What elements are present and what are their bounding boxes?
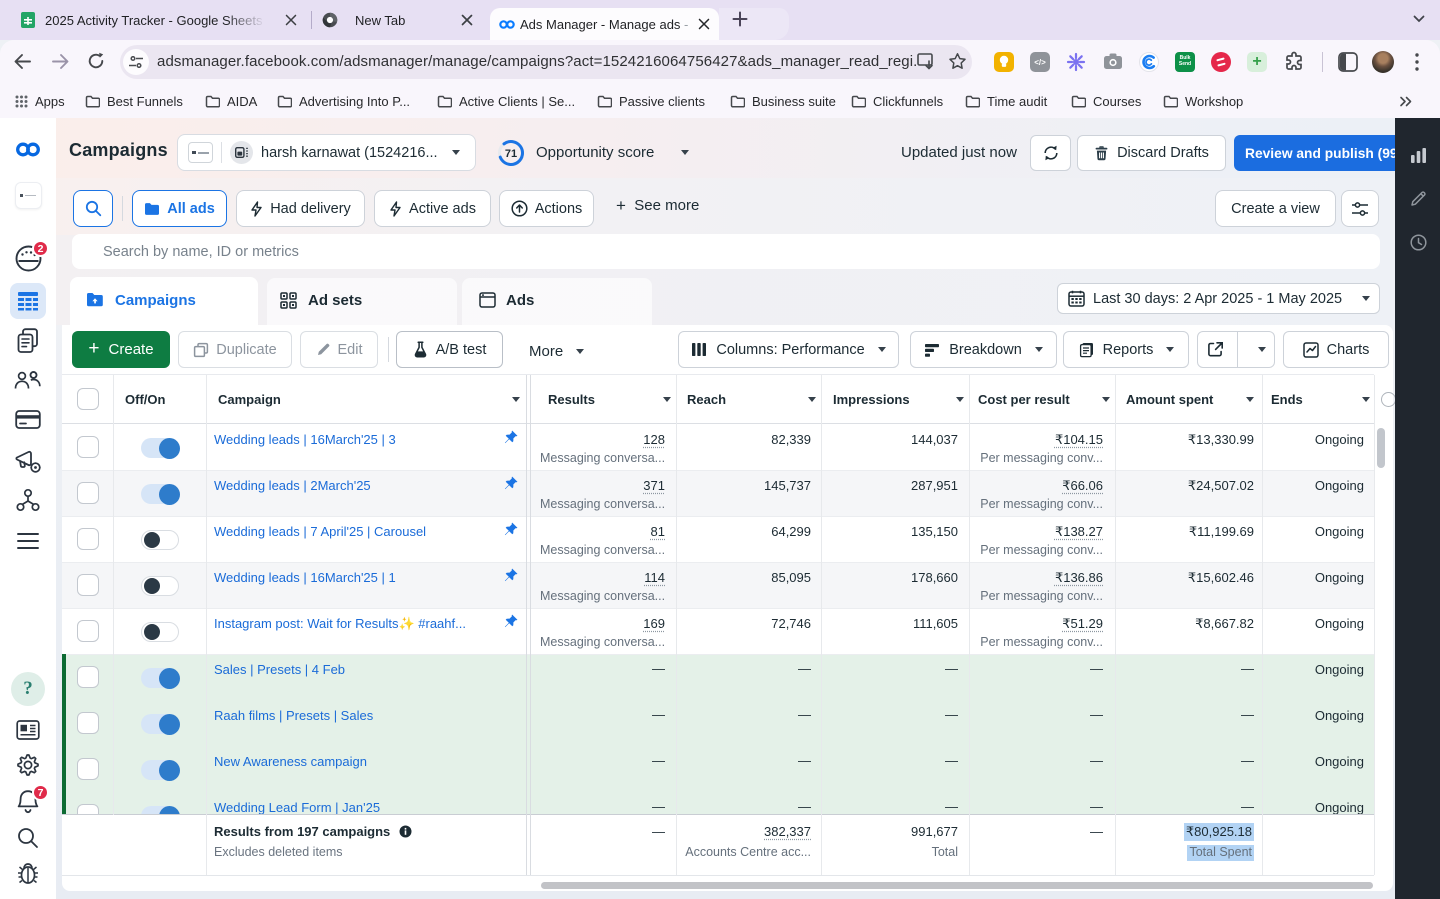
svg-text:71: 71 xyxy=(505,148,517,160)
